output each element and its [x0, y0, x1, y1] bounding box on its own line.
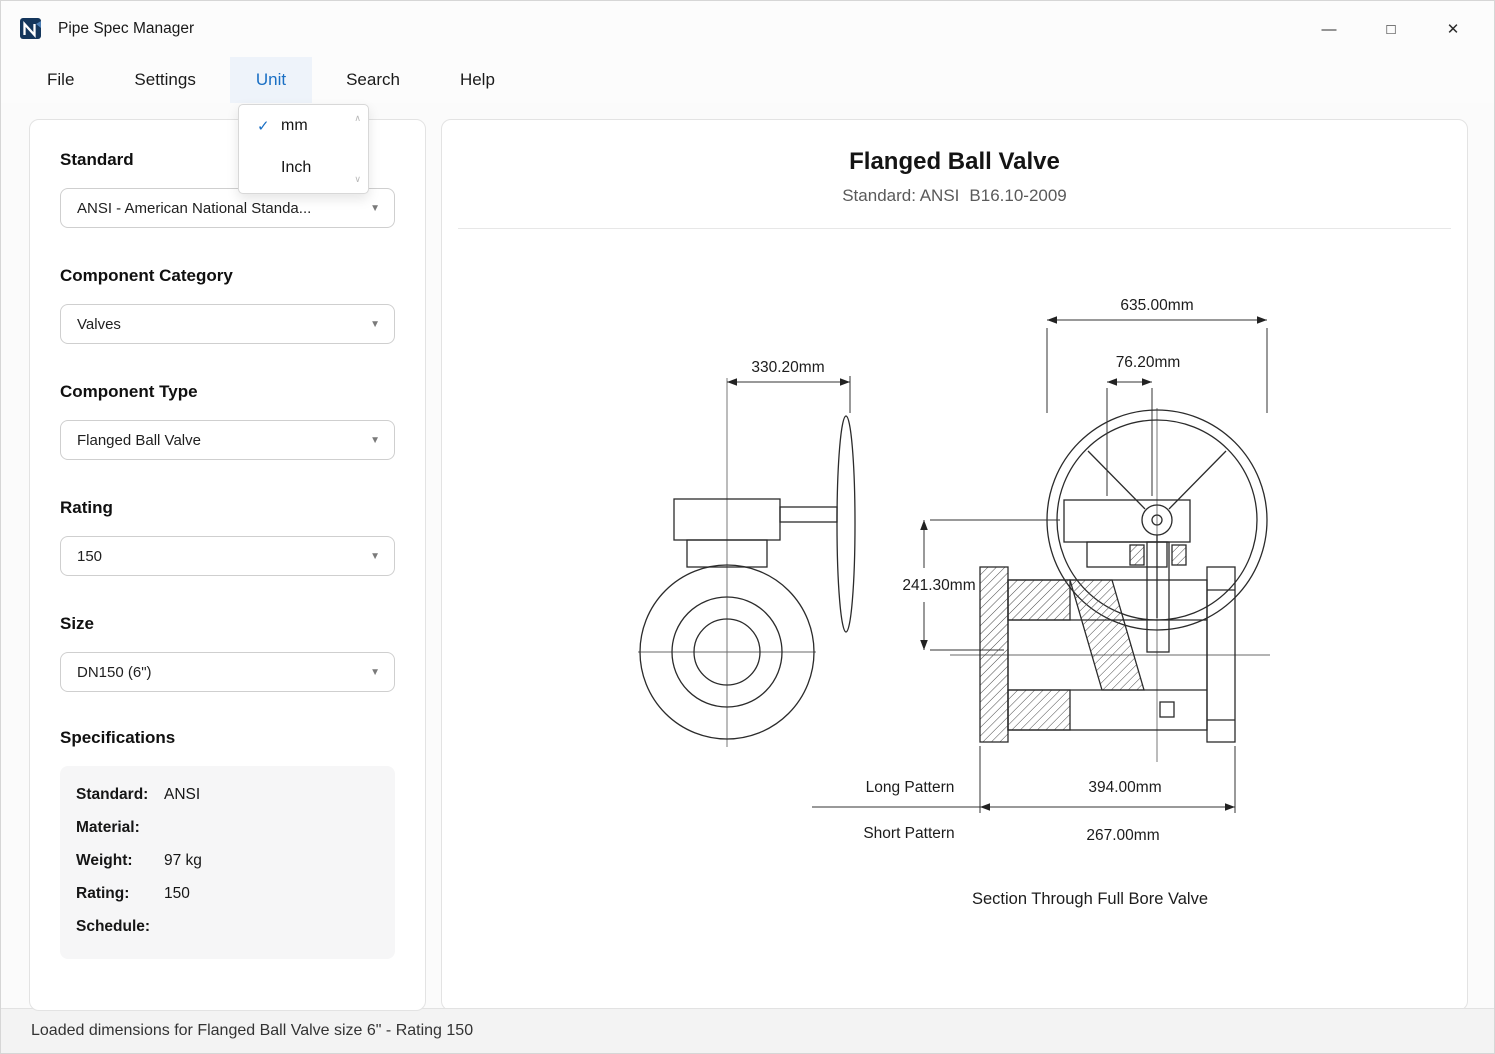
- chevron-down-icon: ▼: [370, 202, 380, 214]
- select-value: DN150 (6"): [77, 663, 152, 681]
- window-controls: — □ ✕: [1298, 8, 1484, 50]
- window-title: Pipe Spec Manager: [58, 20, 195, 37]
- centerlines: [638, 378, 1270, 762]
- menu-unit[interactable]: Unit: [229, 57, 313, 103]
- menu-bar: File Settings Unit Search Help: [1, 57, 1494, 103]
- menu-option-mm[interactable]: ✓ mm: [239, 105, 368, 147]
- chevron-down-icon: ▼: [370, 434, 380, 446]
- status-text: Loaded dimensions for Flanged Ball Valve…: [31, 1022, 474, 1039]
- field-label-component-category: Component Category: [60, 266, 233, 285]
- chevron-down-icon: ▼: [370, 550, 380, 562]
- field-rating: Rating 150 ▼: [60, 496, 395, 576]
- close-button[interactable]: ✕: [1422, 8, 1484, 50]
- size-select[interactable]: DN150 (6") ▼: [60, 652, 395, 692]
- app-logo-icon: [20, 18, 41, 39]
- select-value: 150: [77, 547, 103, 565]
- select-value: Flanged Ball Valve: [77, 431, 201, 449]
- dim-hub-width: 76.20mm: [1116, 354, 1181, 371]
- subtitle-code: B16.10-2009: [969, 186, 1067, 205]
- spec-label: Schedule:: [76, 918, 151, 935]
- spec-label: Standard:: [76, 786, 149, 803]
- field-component-category: Component Category Valves ▼: [60, 264, 395, 344]
- spec-row-weight: Weight: 97 kg: [76, 852, 379, 870]
- minimize-button[interactable]: —: [1298, 8, 1360, 50]
- divider: [458, 228, 1451, 229]
- spec-label: Material:: [76, 819, 140, 836]
- title-bar: Pipe Spec Manager — □ ✕: [1, 1, 1494, 57]
- label-long-pattern: Long Pattern: [866, 779, 955, 796]
- spec-row-material: Material:: [76, 819, 379, 837]
- dim-front-width: 330.20mm: [751, 359, 824, 376]
- status-bar: Loaded dimensions for Flanged Ball Valve…: [1, 1008, 1494, 1053]
- check-icon: ✓: [257, 118, 270, 135]
- spec-value: ANSI: [164, 786, 201, 803]
- drawing-panel: Flanged Ball Valve Standard: ANSI B16.10-…: [441, 119, 1468, 1011]
- chevron-down-icon: ▼: [370, 666, 380, 678]
- specifications-heading: Specifications: [60, 728, 176, 747]
- front-view: [639, 415, 856, 740]
- drawing-title: Flanged Ball Valve: [849, 148, 1060, 175]
- subtitle-standard: Standard: ANSI: [842, 186, 960, 205]
- chevron-down-icon: ▼: [370, 318, 380, 330]
- select-value: ANSI - American National Standa...: [77, 199, 312, 217]
- section-body: [979, 499, 1236, 743]
- field-label-rating: Rating: [60, 498, 113, 517]
- menu-settings[interactable]: Settings: [108, 57, 221, 103]
- drawing-subtitle: Standard: ANSI B16.10-2009: [442, 186, 1467, 206]
- label-short-pattern: Short Pattern: [863, 825, 954, 842]
- menu-option-label: Inch: [281, 159, 312, 176]
- standard-select[interactable]: ANSI - American National Standa... ▼: [60, 188, 395, 228]
- spec-label: Rating:: [76, 885, 130, 902]
- dimension-labels: 330.20mm 635.00mm 76.20mm 241.30mm Long …: [751, 297, 1208, 908]
- menu-search[interactable]: Search: [320, 57, 426, 103]
- dim-long-pattern: 394.00mm: [1088, 779, 1161, 796]
- drawing-caption: Section Through Full Bore Valve: [972, 890, 1208, 908]
- field-size: Size DN150 (6") ▼: [60, 612, 395, 692]
- rating-select[interactable]: 150 ▼: [60, 536, 395, 576]
- select-value: Valves: [77, 315, 121, 333]
- dim-top-width: 635.00mm: [1120, 297, 1193, 314]
- spec-value: 150: [164, 885, 190, 902]
- unit-dropdown-menu: ∧ ✓ mm Inch ∨: [238, 104, 369, 194]
- spec-label: Weight:: [76, 852, 133, 869]
- spec-sidebar: Standard ANSI - American National Standa…: [29, 119, 426, 1011]
- field-label-component-type: Component Type: [60, 382, 198, 401]
- spec-value: 97 kg: [164, 852, 202, 869]
- spec-row-schedule: Schedule:: [76, 918, 379, 936]
- maximize-button[interactable]: □: [1360, 8, 1422, 50]
- dim-height: 241.30mm: [902, 577, 975, 594]
- app-window: Pipe Spec Manager — □ ✕ File Settings Un…: [0, 0, 1495, 1054]
- spec-row-standard: Standard: ANSI: [76, 786, 379, 804]
- dim-short-pattern: 267.00mm: [1086, 827, 1159, 844]
- spec-row-rating: Rating: 150: [76, 885, 379, 903]
- menu-file[interactable]: File: [21, 57, 100, 103]
- menu-option-inch[interactable]: Inch: [239, 147, 368, 189]
- scroll-up-icon[interactable]: ∧: [354, 114, 361, 123]
- field-label-size: Size: [60, 614, 95, 633]
- dimension-lines: [727, 316, 1268, 813]
- menu-help[interactable]: Help: [434, 57, 521, 103]
- menu-option-label: mm: [281, 117, 308, 134]
- section-handwheel: [1046, 409, 1268, 631]
- valve-technical-drawing: 330.20mm 635.00mm 76.20mm 241.30mm Long …: [638, 297, 1270, 908]
- component-category-select[interactable]: Valves ▼: [60, 304, 395, 344]
- specifications-box: Standard: ANSI Material: Weight: 97 kg R…: [60, 766, 395, 959]
- scroll-down-icon[interactable]: ∨: [354, 175, 361, 184]
- field-component-type: Component Type Flanged Ball Valve ▼: [60, 380, 395, 460]
- component-type-select[interactable]: Flanged Ball Valve ▼: [60, 420, 395, 460]
